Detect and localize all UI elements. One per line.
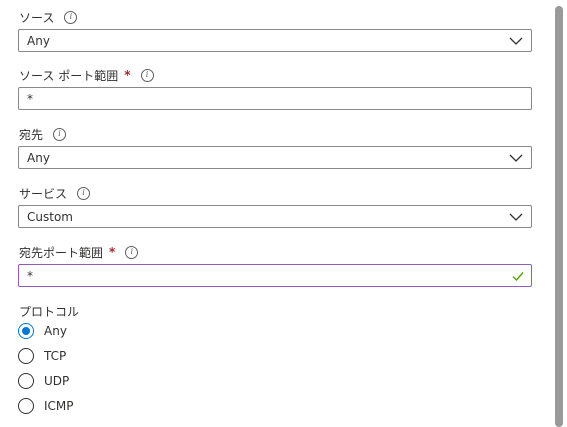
destination-label: 宛先 <box>19 127 44 142</box>
required-marker: * <box>124 68 131 82</box>
source-dropdown[interactable]: Any <box>18 29 532 52</box>
service-dropdown[interactable]: Custom <box>18 205 532 228</box>
vertical-scrollbar[interactable] <box>555 6 563 427</box>
info-icon[interactable]: i <box>125 245 139 259</box>
destination-dropdown[interactable]: Any <box>18 146 532 169</box>
radio-button[interactable] <box>18 348 34 364</box>
chevron-down-icon <box>509 154 523 162</box>
protocol-option-udp[interactable]: UDP <box>18 371 69 391</box>
checkmark-icon <box>512 272 524 282</box>
destination-port-value: * <box>27 268 33 283</box>
destination-label-row: 宛先 i <box>19 125 67 143</box>
required-marker: * <box>109 245 116 259</box>
source-label-row: ソース i <box>19 8 78 26</box>
source-port-label-row: ソース ポート範囲 * i <box>19 66 154 84</box>
protocol-option-label: ICMP <box>44 399 74 413</box>
destination-port-label: 宛先ポート範囲 <box>19 245 104 260</box>
info-icon[interactable]: i <box>77 186 91 200</box>
radio-button[interactable] <box>18 398 34 414</box>
protocol-option-label: TCP <box>44 349 67 363</box>
service-label-row: サービス i <box>19 184 91 202</box>
source-value: Any <box>27 33 50 48</box>
protocol-option-tcp[interactable]: TCP <box>18 346 66 366</box>
chevron-down-icon <box>509 37 523 45</box>
source-port-input[interactable]: * <box>18 87 532 110</box>
protocol-option-label: Any <box>44 324 67 338</box>
radio-button[interactable] <box>18 373 34 389</box>
info-icon[interactable]: i <box>140 68 154 82</box>
source-port-label: ソース ポート範囲 <box>19 68 119 83</box>
source-port-value: * <box>27 91 33 106</box>
protocol-label-row: プロトコル <box>19 302 79 320</box>
chevron-down-icon <box>509 213 523 221</box>
service-label: サービス <box>19 186 68 201</box>
protocol-option-any[interactable]: Any <box>18 321 67 341</box>
info-icon[interactable]: i <box>53 127 67 141</box>
protocol-option-icmp[interactable]: ICMP <box>18 396 74 416</box>
service-value: Custom <box>27 209 73 224</box>
radio-button[interactable] <box>18 323 34 339</box>
destination-value: Any <box>27 150 50 165</box>
info-icon[interactable]: i <box>64 10 78 24</box>
protocol-label: プロトコル <box>19 304 80 319</box>
source-label: ソース <box>19 10 55 25</box>
protocol-option-label: UDP <box>44 374 70 388</box>
destination-port-input[interactable]: * <box>18 264 532 287</box>
destination-port-label-row: 宛先ポート範囲 * i <box>19 243 139 261</box>
